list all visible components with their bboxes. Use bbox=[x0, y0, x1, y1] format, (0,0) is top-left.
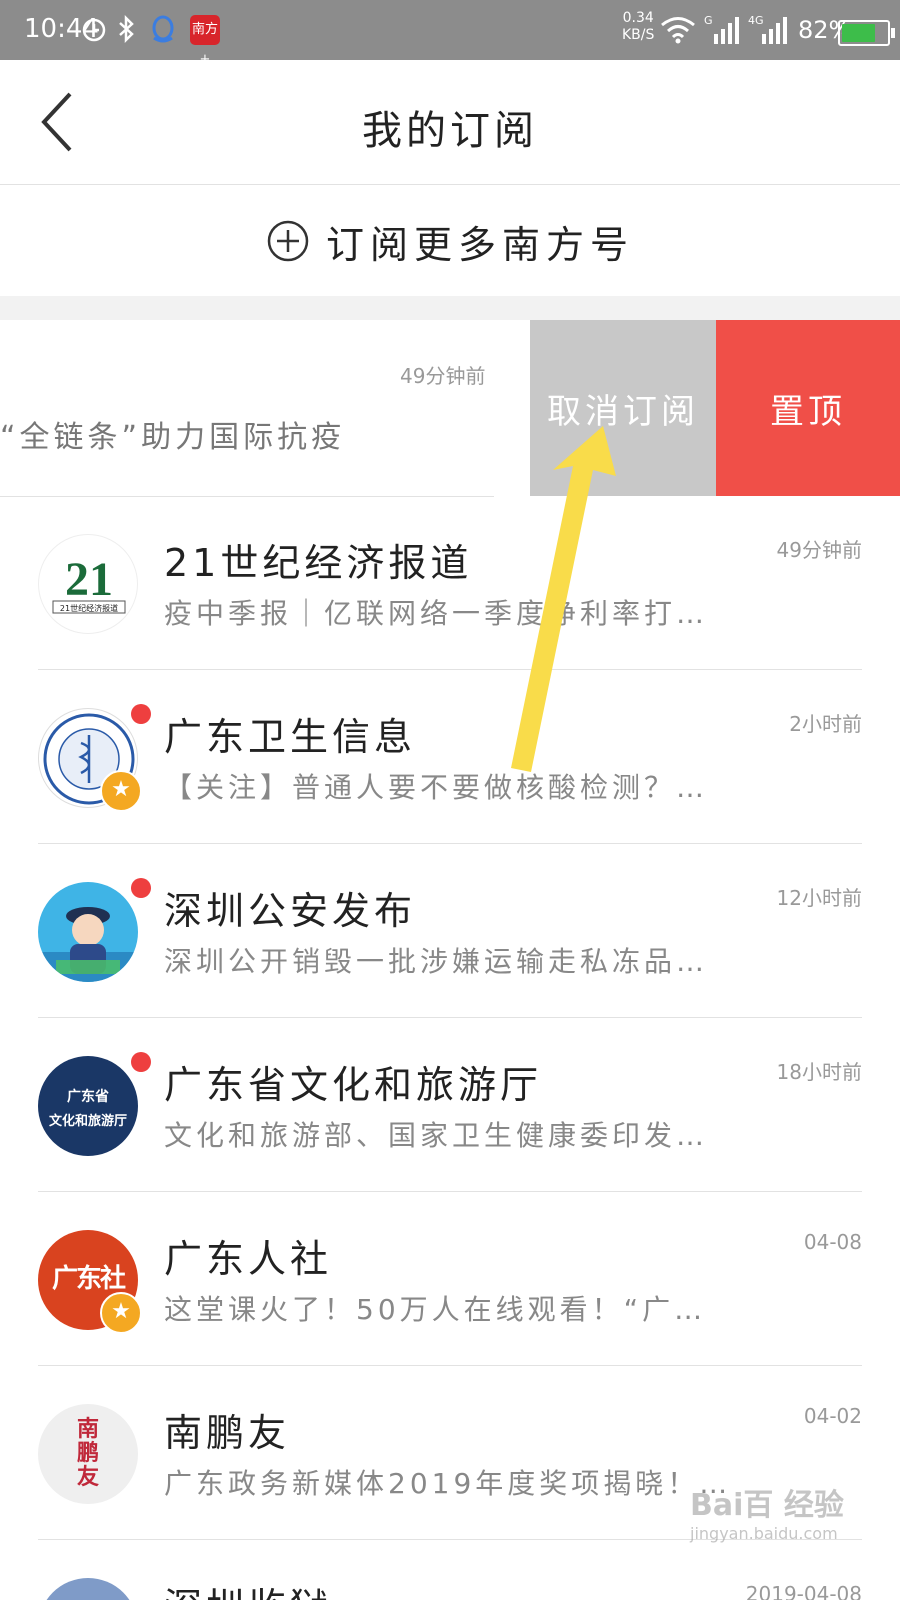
avatar bbox=[38, 1578, 138, 1600]
avatar: 21 21世纪经济报道 bbox=[38, 534, 138, 634]
list-item[interactable]: 21 21世纪经济报道 21世纪经济报道 49分钟前 疫中季报｜亿联网络一季度净… bbox=[0, 496, 900, 670]
avatar-text-line2: 文化和旅游厅 bbox=[48, 1114, 127, 1129]
network-speed-unit: KB/S bbox=[622, 27, 655, 43]
item-snippet: 【关注】普通人要不要做核酸检测？… bbox=[164, 771, 709, 804]
subscribe-more-label: 订阅更多南方号 bbox=[325, 222, 634, 267]
list-item[interactable]: 深圳公安发布 12小时前 深圳公开销毁一批涉嫌运输走私冻品… bbox=[0, 844, 900, 1018]
battery-icon bbox=[838, 20, 895, 46]
item-name: 21世纪经济报道 bbox=[164, 541, 473, 585]
item-time: 2019-04-08 bbox=[745, 1582, 862, 1600]
plus-circle-icon bbox=[267, 220, 309, 262]
subscription-list: 21 21世纪经济报道 21世纪经济报道 49分钟前 疫中季报｜亿联网络一季度净… bbox=[0, 496, 900, 1600]
item-time: 49分钟前 bbox=[776, 538, 862, 562]
watermark-url: jingyan.baidu.com bbox=[690, 1524, 838, 1543]
subscribe-more-button[interactable]: 订阅更多南方号 bbox=[0, 186, 900, 296]
nav-header: 我的订阅 bbox=[0, 60, 900, 185]
cell-signal-icon: G bbox=[704, 14, 739, 44]
avatar: 南鹏友 bbox=[38, 1404, 138, 1504]
swiped-item-time: 49分钟前 bbox=[400, 364, 486, 388]
list-item[interactable]: 广东省 文化和旅游厅 广东省文化和旅游厅 18小时前 文化和旅游部、国家卫生健康… bbox=[0, 1018, 900, 1192]
unread-dot bbox=[131, 704, 151, 724]
swiped-list-item[interactable]: 49分钟前 “全链条”助力国际抗疫 取消订阅 置顶 bbox=[0, 320, 900, 497]
item-name: 深圳监狱 bbox=[164, 1576, 332, 1600]
pin-to-top-button[interactable]: 置顶 bbox=[716, 320, 900, 496]
wifi-icon bbox=[661, 17, 695, 44]
item-time: 12小时前 bbox=[776, 886, 862, 910]
item-time: 2小时前 bbox=[789, 712, 862, 736]
cell-signal-4g-icon: 4G bbox=[748, 14, 787, 44]
item-name: 广东人社 bbox=[164, 1237, 333, 1281]
avatar-text: 南鹏友 bbox=[76, 1417, 99, 1490]
unread-dot bbox=[131, 1052, 151, 1072]
signal2-label: 4G bbox=[748, 14, 764, 27]
item-name: 深圳公安发布 bbox=[164, 889, 417, 933]
item-snippet: 文化和旅游部、国家卫生健康委印发… bbox=[164, 1119, 709, 1152]
section-gap bbox=[0, 296, 900, 320]
list-item[interactable]: ★ 广东卫生信息 2小时前 【关注】普通人要不要做核酸检测？… bbox=[0, 670, 900, 844]
avatar-text: 21 bbox=[65, 553, 113, 606]
app-badge-icon: 南方+ bbox=[190, 15, 220, 67]
signal1-label: G bbox=[704, 14, 713, 27]
page-title: 我的订阅 bbox=[362, 108, 538, 154]
network-speed-value: 0.34 bbox=[622, 10, 654, 26]
alarm-clock-icon bbox=[82, 18, 106, 42]
item-time: 04-02 bbox=[803, 1404, 862, 1428]
avatar-text-line1: 广东省 bbox=[67, 1089, 109, 1105]
item-time: 18小时前 bbox=[776, 1060, 862, 1084]
list-item[interactable]: 广东社 ★ 广东人社 04-08 这堂课火了！50万人在线观看！“广… bbox=[0, 1192, 900, 1366]
item-name: 南鹏友 bbox=[164, 1411, 291, 1455]
avatar-subtext: 21世纪经济报道 bbox=[60, 603, 118, 613]
avatar-text: 广东社 bbox=[51, 1264, 126, 1294]
item-time: 04-08 bbox=[803, 1230, 862, 1254]
item-snippet: 深圳公开销毁一批涉嫌运输走私冻品… bbox=[164, 945, 709, 978]
star-badge-icon: ★ bbox=[100, 1292, 142, 1334]
bluetooth-icon bbox=[119, 15, 134, 43]
avatar: 广东省 文化和旅游厅 bbox=[38, 1056, 138, 1156]
qq-penguin-icon bbox=[152, 15, 174, 43]
swiped-item-summary: “全链条”助力国际抗疫 bbox=[0, 420, 346, 455]
star-badge-icon: ★ bbox=[100, 770, 142, 812]
network-speed: 0.34 KB/S bbox=[622, 10, 654, 44]
avatar bbox=[38, 882, 138, 982]
watermark: Bai百 经验 jingyan.baidu.com bbox=[690, 1480, 844, 1543]
battery-level-fill bbox=[842, 24, 875, 42]
item-name: 广东卫生信息 bbox=[164, 715, 417, 759]
list-item[interactable]: 深圳监狱 2019-04-08 bbox=[0, 1540, 900, 1600]
item-snippet: 广东政务新媒体2019年度奖项揭晓！… bbox=[164, 1467, 724, 1500]
item-name: 广东省文化和旅游厅 bbox=[164, 1063, 543, 1107]
unread-dot bbox=[131, 878, 151, 898]
item-snippet: 这堂课火了！50万人在线观看！“广… bbox=[164, 1293, 707, 1326]
status-bar: 10:44 南方+ 0.34 KB/S G 4G 82% bbox=[0, 0, 900, 67]
watermark-brand: Bai百 经验 bbox=[690, 1488, 844, 1523]
item-snippet: 疫中季报｜亿联网络一季度净利率打… bbox=[164, 597, 709, 630]
unsubscribe-button[interactable]: 取消订阅 bbox=[530, 320, 716, 496]
